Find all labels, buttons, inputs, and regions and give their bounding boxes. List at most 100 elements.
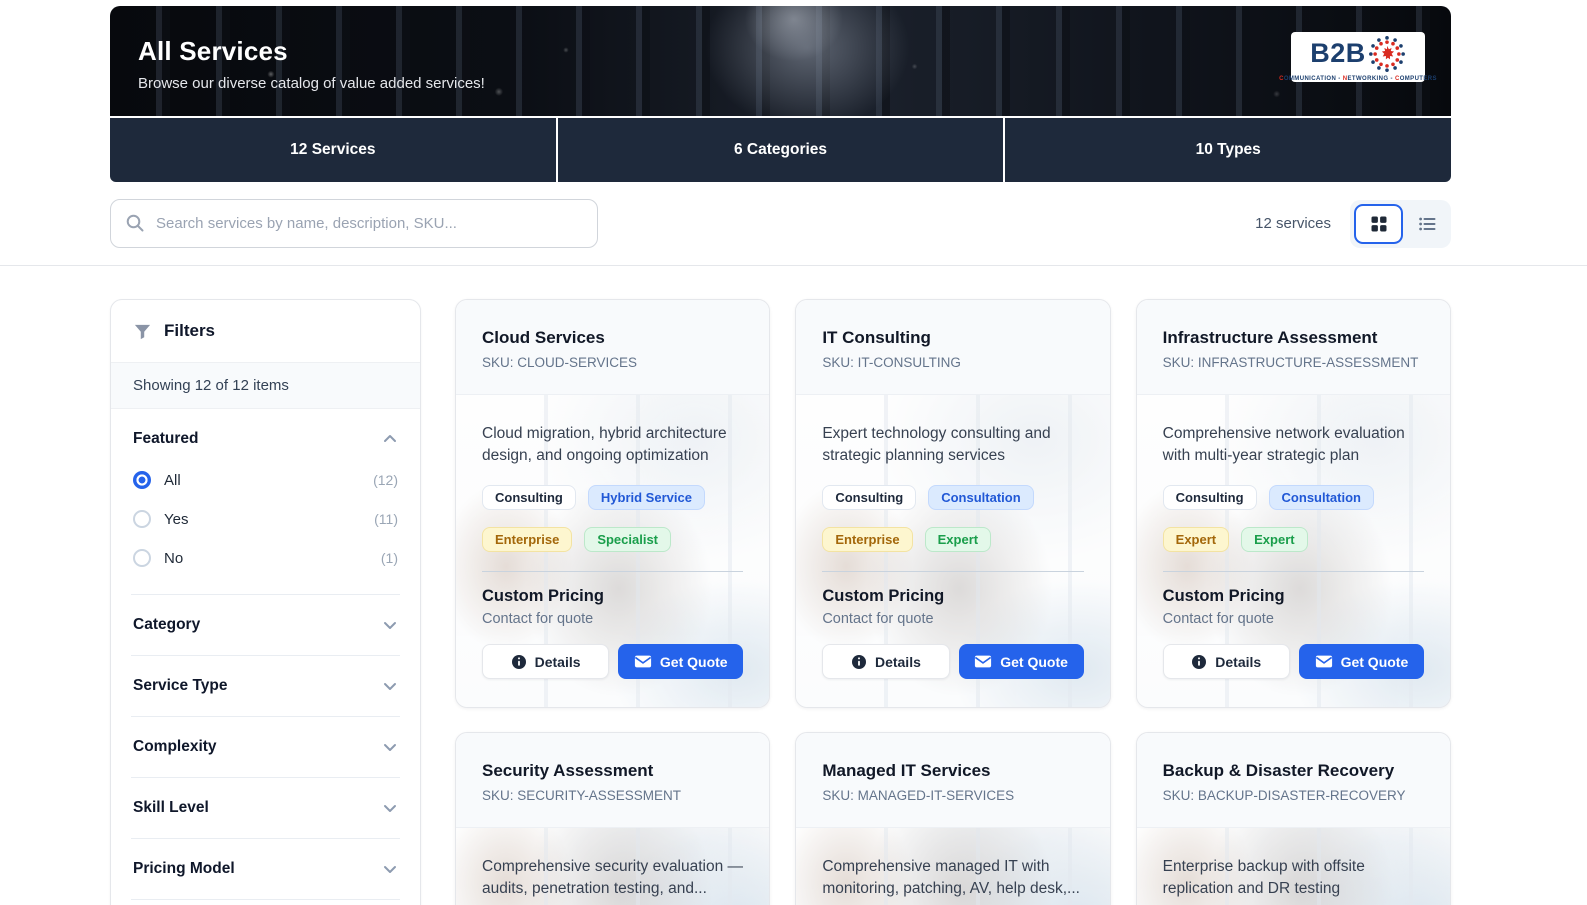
- stats-bar: 12 Services 6 Categories 10 Types: [110, 118, 1452, 182]
- service-card-infrastructure-assessment: Infrastructure Assessment SKU: INFRASTRU…: [1135, 299, 1451, 708]
- service-sku: SKU: MANAGED-IT-SERVICES: [822, 788, 1015, 803]
- filter-section-pricing-model: Pricing Model: [131, 839, 400, 900]
- view-toggle: [1350, 199, 1451, 248]
- envelope-icon: [634, 655, 652, 668]
- service-name: Backup & Disaster Recovery: [1162, 761, 1395, 780]
- service-card-managed-it-services: Managed IT Services SKU: MANAGED-IT-SERV…: [795, 732, 1111, 905]
- details-button[interactable]: Details: [482, 644, 610, 679]
- card-divider: [1162, 571, 1424, 572]
- get-quote-button[interactable]: Get Quote: [958, 644, 1084, 679]
- complexity-badge: Enterprise: [482, 527, 573, 552]
- filter-section-service-type-header[interactable]: Service Type: [131, 656, 400, 716]
- pricing-label: Custom Pricing: [822, 587, 945, 605]
- maple-leaf-dots-icon: [1368, 35, 1405, 72]
- pricing-sub-label: Contact for quote: [1162, 611, 1274, 627]
- details-button[interactable]: Details: [822, 644, 950, 679]
- filter-section-complexity: Complexity: [131, 717, 400, 778]
- filter-section-category: Category: [131, 595, 400, 656]
- grid-view-button[interactable]: [1354, 203, 1403, 244]
- service-sku: SKU: BACKUP-DISASTER-RECOVERY: [1162, 788, 1406, 803]
- complexity-badge: Enterprise: [822, 527, 913, 552]
- filter-section-complexity-header[interactable]: Complexity: [131, 717, 400, 777]
- search-input[interactable]: [110, 199, 598, 248]
- get-quote-button[interactable]: Get Quote: [618, 644, 744, 679]
- featured-option-yes[interactable]: Yes (11): [133, 510, 398, 528]
- filter-section-category-header[interactable]: Category: [131, 595, 400, 655]
- service-type-badge: Hybrid Service: [587, 485, 705, 510]
- info-icon: [851, 654, 866, 669]
- chevron-down-icon: [384, 805, 396, 812]
- service-sku: SKU: CLOUD-SERVICES: [482, 355, 638, 370]
- services-count: 12 services: [1255, 215, 1331, 232]
- filter-funnel-icon: [134, 324, 151, 339]
- service-description: Cloud migration, hybrid architecture des…: [482, 425, 727, 465]
- service-type-badge: Consultation: [1268, 485, 1374, 510]
- service-card-backup-disaster-recovery: Backup & Disaster Recovery SKU: BACKUP-D…: [1135, 732, 1451, 905]
- stat-services: 12 Services: [110, 118, 556, 182]
- chevron-down-icon: [384, 622, 396, 629]
- category-badge: Consulting: [822, 485, 917, 510]
- skill-badge: Expert: [1241, 527, 1308, 552]
- filter-section-featured: Featured All (12) Yes (11) No (1): [131, 409, 400, 595]
- category-badge: Consulting: [482, 485, 576, 510]
- get-quote-button[interactable]: Get Quote: [1298, 644, 1424, 679]
- service-name: Infrastructure Assessment: [1162, 328, 1378, 347]
- stat-categories: 6 Categories: [557, 118, 1004, 182]
- service-card-security-assessment: Security Assessment SKU: SECURITY-ASSESS…: [455, 732, 771, 905]
- service-description: Comprehensive network evaluation with mu…: [1162, 425, 1405, 465]
- radio-unselected[interactable]: [133, 510, 151, 528]
- stat-types: 10 Types: [1005, 118, 1452, 182]
- service-card-cloud-services: Cloud Services SKU: CLOUD-SERVICES Cloud…: [455, 299, 771, 708]
- service-description: Comprehensive security evaluation — audi…: [482, 858, 744, 898]
- filter-section-skill-level-header[interactable]: Skill Level: [131, 778, 400, 838]
- card-divider: [482, 571, 744, 572]
- pricing-label: Custom Pricing: [482, 587, 604, 605]
- service-description: Comprehensive managed IT with monitoring…: [822, 858, 1080, 898]
- service-sku: SKU: IT-CONSULTING: [822, 355, 961, 370]
- toolbar: 12 services: [110, 199, 1451, 248]
- filters-showing-count: Showing 12 of 12 items: [111, 363, 420, 409]
- service-name: Cloud Services: [482, 328, 605, 347]
- pricing-label: Custom Pricing: [1162, 587, 1285, 605]
- chevron-up-icon: [384, 435, 396, 442]
- card-divider: [822, 571, 1084, 572]
- b2b-logo: B2B COMMUNICATION - NETWORKING - COMPUTE…: [1279, 32, 1437, 82]
- service-sku: SKU: SECURITY-ASSESSMENT: [482, 788, 682, 803]
- radio-selected[interactable]: [133, 471, 151, 489]
- list-icon: [1419, 217, 1436, 230]
- filter-section-pricing-model-header[interactable]: Pricing Model: [131, 839, 400, 899]
- service-description: Enterprise backup with offsite replicati…: [1162, 858, 1365, 898]
- featured-option-no[interactable]: No (1): [133, 549, 398, 567]
- radio-unselected[interactable]: [133, 549, 151, 567]
- service-name: Security Assessment: [482, 761, 654, 780]
- page-title: All Services: [138, 36, 288, 66]
- skill-badge: Expert: [924, 527, 992, 552]
- chevron-down-icon: [384, 744, 396, 751]
- service-card-it-consulting: IT Consulting SKU: IT-CONSULTING Expert …: [795, 299, 1111, 708]
- details-button[interactable]: Details: [1162, 644, 1290, 679]
- search-icon: [126, 214, 144, 232]
- envelope-icon: [975, 655, 992, 668]
- grid-icon: [1371, 216, 1386, 231]
- featured-option-all[interactable]: All (12): [133, 471, 398, 489]
- list-view-button[interactable]: [1407, 204, 1447, 244]
- services-grid: Cloud Services SKU: CLOUD-SERVICES Cloud…: [455, 299, 1451, 905]
- category-badge: Consulting: [1162, 485, 1257, 510]
- page-subtitle: Browse our diverse catalog of value adde…: [138, 75, 485, 92]
- filter-section-featured-header[interactable]: Featured: [131, 409, 400, 469]
- service-name: Managed IT Services: [822, 761, 991, 780]
- service-description: Expert technology consulting and strateg…: [822, 425, 1051, 465]
- service-type-badge: Consultation: [928, 485, 1034, 510]
- info-icon: [511, 654, 526, 669]
- filters-sidebar: Filters Showing 12 of 12 items Featured …: [110, 299, 421, 905]
- info-icon: [1192, 654, 1207, 669]
- logo-tagline: COMMUNICATION - NETWORKING - COMPUTERS: [1279, 75, 1437, 82]
- logo-text: B2B: [1310, 38, 1366, 68]
- complexity-badge: Expert: [1162, 527, 1230, 552]
- skill-badge: Specialist: [584, 527, 672, 552]
- chevron-down-icon: [384, 683, 396, 690]
- pricing-sub-label: Contact for quote: [822, 611, 934, 627]
- pricing-sub-label: Contact for quote: [482, 611, 594, 627]
- filter-section-skill-level: Skill Level: [131, 778, 400, 839]
- service-sku: SKU: INFRASTRUCTURE-ASSESSMENT: [1162, 355, 1419, 370]
